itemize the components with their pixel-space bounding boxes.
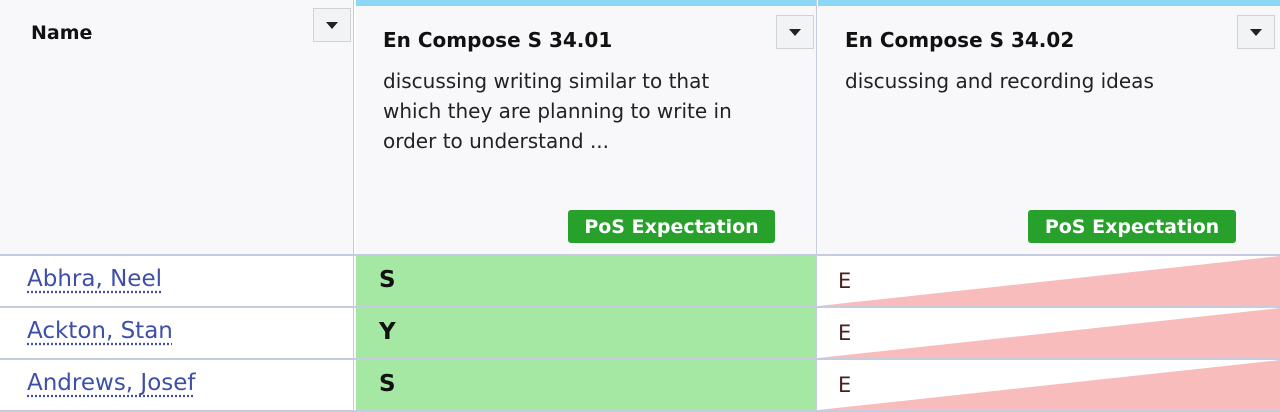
- table-row: Andrews, Josef S E: [0, 360, 1280, 410]
- row-divider: [0, 358, 1280, 360]
- column-code: En Compose S 34.01: [383, 28, 613, 52]
- column-code: En Compose S 34.02: [845, 28, 1075, 52]
- below-expectation-shading: [818, 256, 1280, 306]
- chevron-down-icon: [789, 28, 801, 36]
- column-description: discussing and recording ideas: [845, 69, 1154, 93]
- student-name-link[interactable]: Ackton, Stan: [27, 318, 173, 344]
- table-row: Abhra, Neel S E: [0, 256, 1280, 306]
- grade-cell-col2[interactable]: E: [818, 360, 1280, 410]
- column-header-accent: [356, 0, 816, 6]
- row-divider: [0, 254, 1280, 256]
- grade-cell-col1[interactable]: S: [356, 256, 816, 306]
- column-description: discussing writing similar to that which…: [383, 69, 732, 153]
- chevron-down-icon: [326, 21, 338, 29]
- grade-cell-col1[interactable]: S: [356, 360, 816, 410]
- name-column-dropdown-button[interactable]: [313, 8, 351, 42]
- grade-cell-col2[interactable]: E: [818, 308, 1280, 358]
- grade-value: Y: [379, 319, 396, 345]
- assessment-grid: Name En Compose S 34.01 discussing writi…: [0, 0, 1280, 412]
- pos-expectation-badge: PoS Expectation: [1028, 210, 1236, 243]
- chevron-down-icon: [1250, 28, 1262, 36]
- student-name-link[interactable]: Abhra, Neel: [27, 266, 162, 292]
- name-column-header: Name: [0, 0, 354, 254]
- column-2-dropdown-button[interactable]: [1237, 15, 1275, 49]
- column-1-dropdown-button[interactable]: [776, 15, 814, 49]
- grade-cell-col1[interactable]: Y: [356, 308, 816, 358]
- row-divider: [0, 306, 1280, 308]
- student-name-link[interactable]: Andrews, Josef: [27, 370, 196, 396]
- pos-expectation-badge: PoS Expectation: [568, 210, 775, 243]
- grade-cell-col2[interactable]: E: [818, 256, 1280, 306]
- grade-value: S: [379, 267, 396, 293]
- grade-value: E: [838, 269, 852, 293]
- column-header-1: En Compose S 34.01 discussing writing si…: [356, 0, 816, 254]
- grade-value: S: [379, 371, 396, 397]
- table-row: Ackton, Stan Y E: [0, 308, 1280, 358]
- grade-value: E: [838, 321, 852, 345]
- name-column-title: Name: [31, 22, 93, 44]
- below-expectation-shading: [818, 308, 1280, 358]
- column-header-2: En Compose S 34.02 discussing and record…: [818, 0, 1280, 254]
- grade-value: E: [838, 373, 852, 397]
- below-expectation-shading: [818, 360, 1280, 410]
- column-header-accent: [818, 0, 1280, 6]
